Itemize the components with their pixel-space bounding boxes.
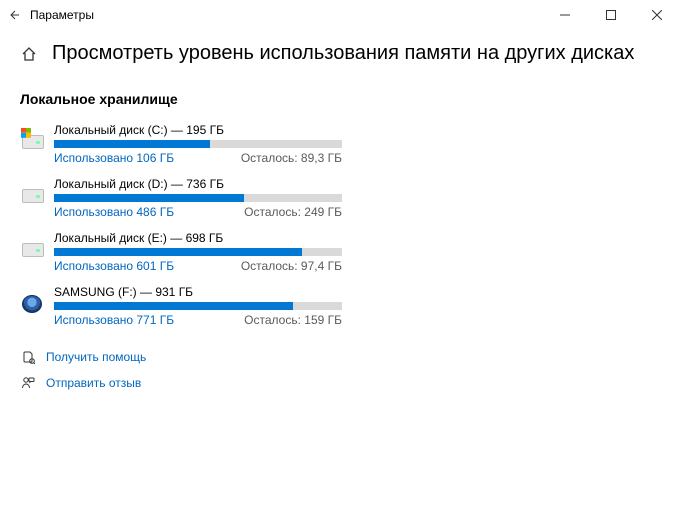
titlebar: Параметры [0,0,680,30]
minimize-button[interactable] [542,0,588,30]
minimize-icon [560,10,570,20]
disk-used: Использовано 601 ГБ [54,259,174,273]
disk-title: Локальный диск (E:) — 698 ГБ [54,231,352,245]
disk-remaining: Осталось: 89,3 ГБ [241,151,342,165]
home-button[interactable] [20,45,38,63]
disk-item[interactable]: Локальный диск (C:) — 195 ГБ Использовано… [22,123,352,165]
get-help-link[interactable]: Получить помощь [20,349,660,365]
disk-title: Локальный диск (D:) — 736 ГБ [54,177,352,191]
disk-used: Использовано 771 ГБ [54,313,174,327]
close-icon [652,10,662,20]
disk-remaining: Осталось: 249 ГБ [244,205,342,219]
window-controls [542,0,680,30]
disk-remaining: Осталось: 97,4 ГБ [241,259,342,273]
help-links: Получить помощь Отправить отзыв [0,327,680,413]
page-title: Просмотреть уровень использования памяти… [52,42,634,65]
disk-used: Использовано 486 ГБ [54,205,174,219]
disk-item[interactable]: Локальный диск (D:) — 736 ГБ Использовано… [22,177,352,219]
window-title: Параметры [30,8,94,22]
page-header: Просмотреть уровень использования памяти… [0,30,680,71]
drive-icon [22,187,44,209]
back-button[interactable] [8,9,20,21]
arrow-left-icon [8,9,20,21]
storage-section: Локальное хранилище Локальный диск (C:) … [0,71,680,327]
help-icon [20,349,36,365]
disk-item[interactable]: SAMSUNG (F:) — 931 ГБ Использовано 771 ГБ… [22,285,352,327]
usage-bar [54,302,342,310]
maximize-button[interactable] [588,0,634,30]
disk-list: Локальный диск (C:) — 195 ГБ Использовано… [22,123,660,327]
disk-title: Локальный диск (C:) — 195 ГБ [54,123,352,137]
section-title: Локальное хранилище [20,91,660,107]
drive-icon [22,241,44,263]
get-help-label: Получить помощь [46,350,146,364]
maximize-icon [606,10,616,20]
disk-item[interactable]: Локальный диск (E:) — 698 ГБ Использовано… [22,231,352,273]
send-feedback-link[interactable]: Отправить отзыв [20,375,660,391]
disk-remaining: Осталось: 159 ГБ [244,313,342,327]
close-button[interactable] [634,0,680,30]
drive-icon [22,295,44,317]
usage-bar [54,140,342,148]
usage-bar [54,194,342,202]
usage-bar [54,248,342,256]
disk-title: SAMSUNG (F:) — 931 ГБ [54,285,352,299]
disk-used: Использовано 106 ГБ [54,151,174,165]
feedback-icon [20,375,36,391]
home-icon [20,45,38,63]
drive-icon [22,133,44,155]
send-feedback-label: Отправить отзыв [46,376,141,390]
